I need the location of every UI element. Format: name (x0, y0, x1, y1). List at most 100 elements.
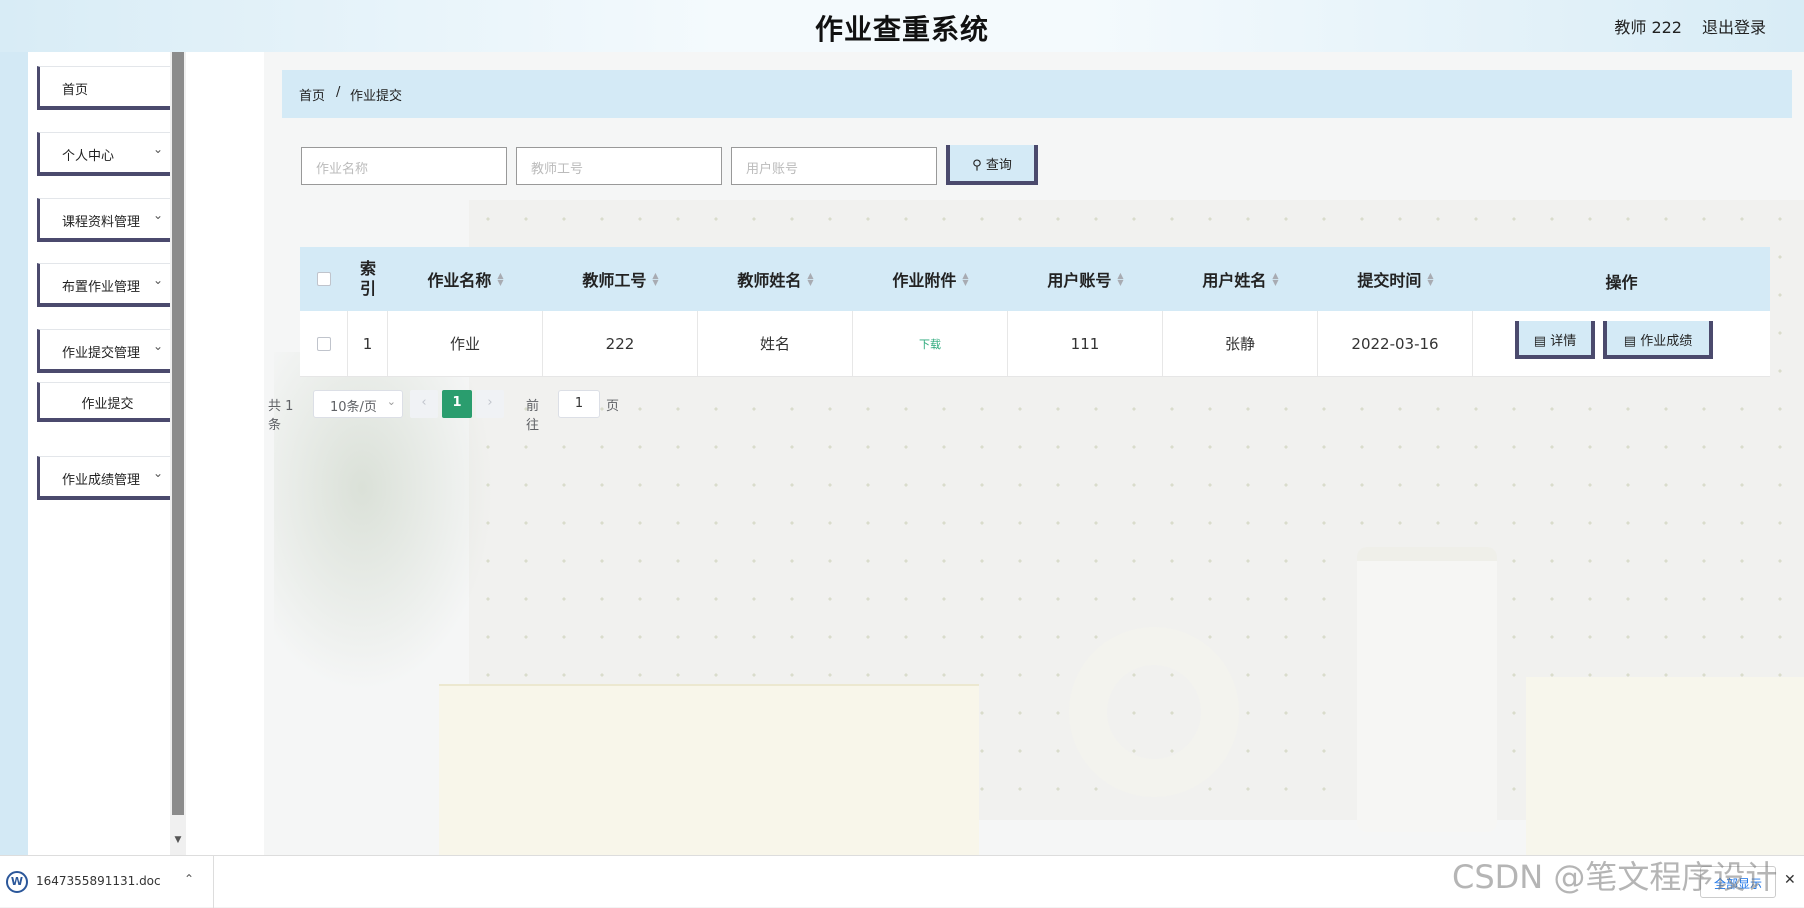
page-title: 作业查重系统 (814, 13, 989, 46)
select-all-checkbox[interactable] (317, 272, 331, 286)
cell-submit-time: 2022-03-16 (1318, 311, 1473, 376)
sidebar-item-home[interactable]: 首页 (37, 66, 179, 110)
header-label: 提交时间 (1357, 271, 1422, 290)
sort-icon[interactable]: ▲ ▼ (1117, 272, 1123, 287)
download-link[interactable]: 下载 (919, 336, 941, 352)
header-label: 操作 (1605, 273, 1638, 292)
background-tape-roll (1069, 627, 1239, 797)
watermark: CSDN @笔文程序设计 (1452, 858, 1778, 896)
grade-button-label: 作业成绩 (1640, 334, 1693, 349)
teacher-id-input[interactable]: 教师工号 (516, 147, 722, 185)
table-row: 1 作业 222 姓名 下载 111 张静 2022-03-16 ▤ 详情 ▤ … (300, 311, 1770, 377)
prev-page-button[interactable]: ‹ (410, 390, 438, 418)
header-homework-name[interactable]: 作业名称 ▲ ▼ (388, 247, 543, 311)
document-icon: ▤ (1533, 334, 1547, 349)
sort-icon[interactable]: ▲ ▼ (1272, 272, 1278, 287)
homework-name-input[interactable]: 作业名称 (301, 147, 507, 185)
chevron-down-icon: ⌄ (152, 466, 163, 480)
cell-homework-name: 作业 (388, 311, 543, 376)
page-unit-label: 页 (606, 399, 620, 414)
breadcrumb-separator: / (336, 85, 341, 100)
chevron-down-icon: ⌄ (152, 273, 163, 287)
cell-teacher-name: 姓名 (698, 311, 853, 376)
header-label: 用户账号 (1047, 271, 1112, 290)
pagination-total: 共 1 条 (268, 399, 294, 433)
main-content: 首页 / 作业提交 作业名称 教师工号 用户账号 ⚲ 查询 索引 作业名称 ▲ ▼… (264, 52, 1804, 855)
search-icon: ⚲ (972, 158, 982, 173)
sort-icon[interactable]: ▲ ▼ (497, 272, 503, 287)
header-user-account[interactable]: 用户账号 ▲ ▼ (1008, 247, 1163, 311)
page-size-value: 10条/页 (330, 400, 377, 415)
header-label: 教师工号 (582, 271, 647, 290)
grade-button[interactable]: ▤ 作业成绩 (1603, 321, 1713, 359)
chevron-down-icon: ⌄ (152, 208, 163, 222)
header-teacher-name[interactable]: 教师姓名 ▲ ▼ (698, 247, 853, 311)
sidebar-subitem-submission[interactable]: 作业提交 (37, 382, 179, 422)
sidebar-gap (186, 52, 264, 855)
sidebar-scrollbar[interactable]: ▼ (170, 52, 186, 855)
sidebar-item-personal-center[interactable]: 个人中心 ⌄ (37, 132, 179, 176)
cell-user-account: 111 (1008, 311, 1163, 376)
sidebar-item-label: 首页 (62, 83, 89, 98)
sidebar-item-homework-submission[interactable]: 作业提交管理 ⌄ (37, 329, 179, 373)
chevron-down-icon: ⌄ (152, 142, 163, 156)
header-label: 用户姓名 (1202, 271, 1267, 290)
header-label: 教师姓名 (737, 271, 802, 290)
header-attachment[interactable]: 作业附件 ▲ ▼ (853, 247, 1008, 311)
sort-icon[interactable]: ▲ ▼ (652, 272, 658, 287)
sort-icon[interactable]: ▲ ▼ (1427, 272, 1433, 287)
download-filename: 1647355891131.doc (36, 874, 161, 888)
select-all-cell (300, 247, 348, 311)
sort-icon[interactable]: ▲ ▼ (807, 272, 813, 287)
chevron-down-icon: ⌄ (152, 339, 163, 353)
detail-button-label: 详情 (1550, 334, 1577, 349)
detail-button[interactable]: ▤ 详情 (1515, 321, 1595, 359)
cell-actions: ▤ 详情 ▤ 作业成绩 (1473, 311, 1770, 376)
sidebar-item-homework-grades[interactable]: 作业成绩管理 ⌄ (37, 456, 179, 500)
background-cylinder (1357, 547, 1497, 832)
download-item[interactable]: W 1647355891131.doc ⌃ (0, 856, 214, 908)
search-button-label: 查询 (985, 158, 1012, 173)
goto-page-input[interactable]: 1 (558, 390, 600, 418)
breadcrumb-home[interactable]: 首页 (299, 85, 325, 104)
user-account-input[interactable]: 用户账号 (731, 147, 937, 185)
cell-user-name: 张静 (1163, 311, 1318, 376)
next-page-button[interactable]: › (476, 390, 504, 418)
current-user: 教师 222 (1614, 18, 1682, 37)
background-box (1526, 677, 1804, 855)
page-number-current[interactable]: 1 (442, 390, 472, 418)
row-checkbox[interactable] (316, 336, 331, 351)
page-size-select[interactable]: 10条/页 ⌄ (313, 390, 403, 418)
scroll-down-arrow-icon[interactable]: ▼ (170, 835, 186, 845)
header-label: 作业名称 (427, 271, 492, 290)
word-document-icon: W (6, 871, 28, 893)
header-actions: 操作 (1473, 247, 1770, 311)
header-teacher-id[interactable]: 教师工号 ▲ ▼ (543, 247, 698, 311)
sidebar-item-label: 个人中心 (62, 149, 115, 164)
header-index: 索引 (348, 247, 388, 311)
sidebar-item-assign-homework[interactable]: 布置作业管理 ⌄ (37, 263, 179, 307)
header-submit-time[interactable]: 提交时间 ▲ ▼ (1318, 247, 1473, 311)
cell-index: 1 (348, 311, 388, 376)
sort-icon[interactable]: ▲ ▼ (962, 272, 968, 287)
chevron-up-icon[interactable]: ⌃ (184, 872, 194, 886)
close-icon[interactable]: ✕ (1784, 872, 1796, 888)
search-button[interactable]: ⚲ 查询 (946, 145, 1038, 185)
top-header: 作业查重系统 教师 222 退出登录 (0, 0, 1804, 52)
logout-link[interactable]: 退出登录 (1702, 14, 1766, 38)
header-label: 作业附件 (892, 271, 957, 290)
left-strip (0, 52, 28, 855)
header-user-name[interactable]: 用户姓名 ▲ ▼ (1163, 247, 1318, 311)
background-box (439, 684, 979, 855)
cell-attachment: 下载 (853, 311, 1008, 376)
chevron-left-icon: ‹ (421, 395, 427, 410)
table-header: 索引 作业名称 ▲ ▼ 教师工号 ▲ ▼ 教师姓名 ▲ ▼ 作业附件 ▲ ▼ 用户账号 … (300, 247, 1770, 311)
sidebar-item-course-materials[interactable]: 课程资料管理 ⌄ (37, 198, 179, 242)
scrollbar-thumb[interactable] (172, 52, 184, 815)
sidebar: 首页 个人中心 ⌄ 课程资料管理 ⌄ 布置作业管理 ⌄ 作业提交管理 ⌄ 作业提… (28, 52, 179, 855)
header-label: 索引 (359, 259, 376, 298)
sidebar-item-label: 课程资料管理 (62, 215, 141, 230)
cell-teacher-id: 222 (543, 311, 698, 376)
goto-label: 前往 (526, 399, 540, 433)
chevron-right-icon: › (487, 395, 493, 410)
